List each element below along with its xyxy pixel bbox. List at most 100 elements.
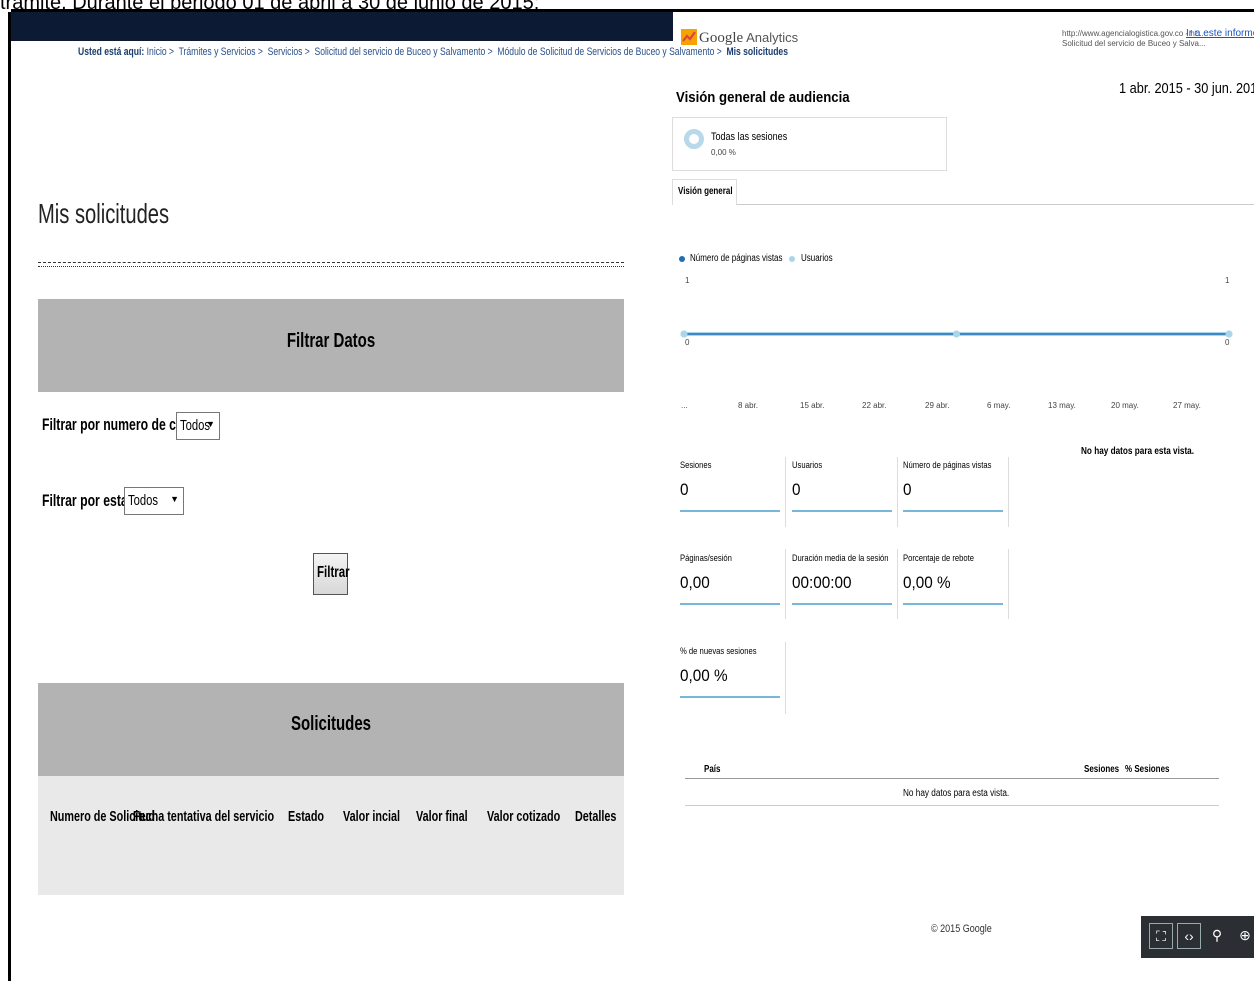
viewer-toolbar: ⛶ ‹› ⚲ ⊕	[1141, 916, 1254, 958]
x-tick-label: 13 may.	[1048, 401, 1076, 410]
segment-donut-icon	[684, 129, 704, 149]
analytics-logo-text: Google Analytics	[699, 30, 798, 47]
metric-value: 0	[903, 480, 912, 499]
metric-pages-per-session: Páginas/sesión 0,00	[680, 553, 780, 637]
data-point[interactable]	[680, 330, 688, 338]
breadcrumb-link[interactable]: Servicios	[268, 46, 303, 58]
breadcrumb-link[interactable]: Trámites y Servicios	[179, 46, 256, 58]
metric-sparkline	[903, 603, 1003, 605]
line-chart	[680, 330, 1233, 338]
tab-divider	[737, 204, 1254, 205]
breadcrumb-link[interactable]: Solicitud del servicio de Buceo y Salvam…	[315, 46, 486, 58]
go-to-report-link[interactable]: Ir a este informe	[1186, 28, 1254, 39]
metric-divider	[1008, 549, 1009, 619]
metric-sparkline	[792, 510, 892, 512]
filter-button-label: Filtrar	[317, 564, 350, 581]
metric-sessions: Sesiones 0	[680, 460, 780, 544]
breadcrumb-link[interactable]: Inicio	[147, 46, 167, 58]
metric-value: 0,00 %	[680, 666, 728, 685]
metric-divider	[897, 549, 898, 619]
data-point[interactable]	[953, 330, 960, 338]
breadcrumb-current: Mis solicitudes	[726, 46, 788, 58]
metric-label: Duración media de la sesión	[792, 553, 889, 563]
column-header: Estado	[288, 808, 325, 825]
x-tick-label: 27 may.	[1173, 401, 1201, 410]
legend-item: Usuarios	[801, 253, 833, 264]
column-header: Valor final	[416, 808, 468, 825]
tab-overview[interactable]: Visión general	[672, 179, 737, 205]
column-header: País	[704, 764, 721, 775]
filter-button[interactable]: Filtrar	[313, 553, 350, 595]
data-point[interactable]	[1225, 330, 1233, 338]
column-header[interactable]: % Sesiones	[1125, 764, 1169, 775]
x-tick-label: 15 abr.	[800, 401, 825, 410]
report-url-line: Solicitud del servicio de Buceo y Salva.…	[1062, 39, 1206, 48]
metric-divider	[897, 457, 898, 527]
metric-users: Usuarios 0	[792, 460, 892, 544]
country-table-header: País Sesiones % Sesiones	[685, 764, 1219, 779]
metric-label: Usuarios	[792, 460, 823, 470]
column-header: Valor cotizado	[487, 808, 561, 825]
country-table-empty: No hay datos para esta vista.	[903, 788, 1010, 799]
x-tick-label: 8 abr.	[738, 401, 759, 410]
analytics-logo-icon	[681, 29, 697, 50]
metric-divider	[785, 549, 786, 619]
fit-page-icon[interactable]: ⛶	[1149, 923, 1173, 949]
metric-value: 0,00 %	[903, 573, 951, 592]
column-header: Valor incial	[343, 808, 401, 825]
credit-filter-select[interactable]: Todos ▼	[176, 412, 220, 440]
metric-value: 0	[792, 480, 801, 499]
segment-card[interactable]	[672, 117, 947, 171]
dropdown-arrow-icon: ▼	[170, 494, 179, 504]
metric-label: Porcentaje de rebote	[903, 553, 975, 563]
date-range[interactable]: 1 abr. 2015 - 30 jun. 2015	[1119, 80, 1254, 97]
metric-label: Número de páginas vistas	[903, 460, 992, 470]
column-header: Fecha tentativa del servicio	[133, 808, 275, 825]
title-divider	[38, 262, 624, 267]
metric-bounce-rate: Porcentaje de rebote 0,00 %	[903, 553, 1003, 637]
metric-divider	[785, 642, 786, 714]
zoom-in-icon[interactable]: ⊕	[1233, 923, 1254, 949]
tab-overview-label: Visión general	[678, 186, 733, 197]
footer-copyright: © 2015 Google	[931, 923, 992, 935]
requests-heading: Solicitudes	[290, 713, 372, 735]
metric-label: Sesiones	[680, 460, 712, 470]
logo-product: Analytics	[746, 30, 799, 45]
column-header[interactable]: Sesiones	[1084, 764, 1119, 775]
metric-value: 0,00	[680, 573, 710, 592]
report-url-line: http://www.agencialogistica.gov.co - ht.…	[1062, 29, 1204, 38]
country-table-divider	[685, 805, 1219, 806]
x-tick-label: ...	[681, 401, 688, 410]
metric-pageviews: Número de páginas vistas 0	[903, 460, 1003, 544]
x-tick-label: 29 abr.	[925, 401, 950, 410]
legend-item: Número de páginas vistas	[690, 253, 783, 264]
x-tick-label: 20 may.	[1111, 401, 1139, 410]
metric-label: % de nuevas sesiones	[680, 646, 757, 656]
x-tick-label: 22 abr.	[862, 401, 887, 410]
metric-divider	[785, 457, 786, 527]
report-url: http://www.agencialogistica.gov.co - ht.…	[1062, 29, 1206, 49]
report-title: Visión general de audiencia	[676, 89, 850, 106]
breadcrumb-prefix: Usted está aquí:	[78, 46, 145, 58]
dropdown-arrow-icon: ▼	[206, 419, 215, 429]
x-tick-label: 6 may.	[987, 401, 1011, 410]
legend-swatch	[789, 256, 795, 262]
status-filter-value: Todos	[128, 492, 159, 509]
metric-sparkline	[680, 603, 780, 605]
status-filter-select[interactable]: Todos ▼	[124, 487, 184, 515]
site-header-bar	[11, 12, 673, 41]
fit-width-icon[interactable]: ‹›	[1177, 923, 1201, 949]
zoom-icon[interactable]: ⚲	[1205, 923, 1229, 949]
metric-value: 00:00:00	[792, 573, 852, 592]
requests-table-header: Numero de Solicitud Fecha tentativa del …	[38, 776, 624, 895]
segment-name: Todas las sesiones	[711, 131, 788, 143]
page-title: Mis solicitudes	[38, 198, 170, 229]
metric-sparkline	[680, 510, 780, 512]
metric-divider	[1008, 457, 1009, 527]
metric-new-sessions: % de nuevas sesiones 0,00 %	[680, 646, 780, 730]
segment-value: 0,00 %	[711, 148, 736, 157]
metric-avg-session-duration: Duración media de la sesión 00:00:00	[792, 553, 892, 637]
frame-left-border	[8, 12, 11, 981]
filter-heading: Filtrar Datos	[286, 330, 376, 352]
legend-swatch	[679, 256, 685, 262]
